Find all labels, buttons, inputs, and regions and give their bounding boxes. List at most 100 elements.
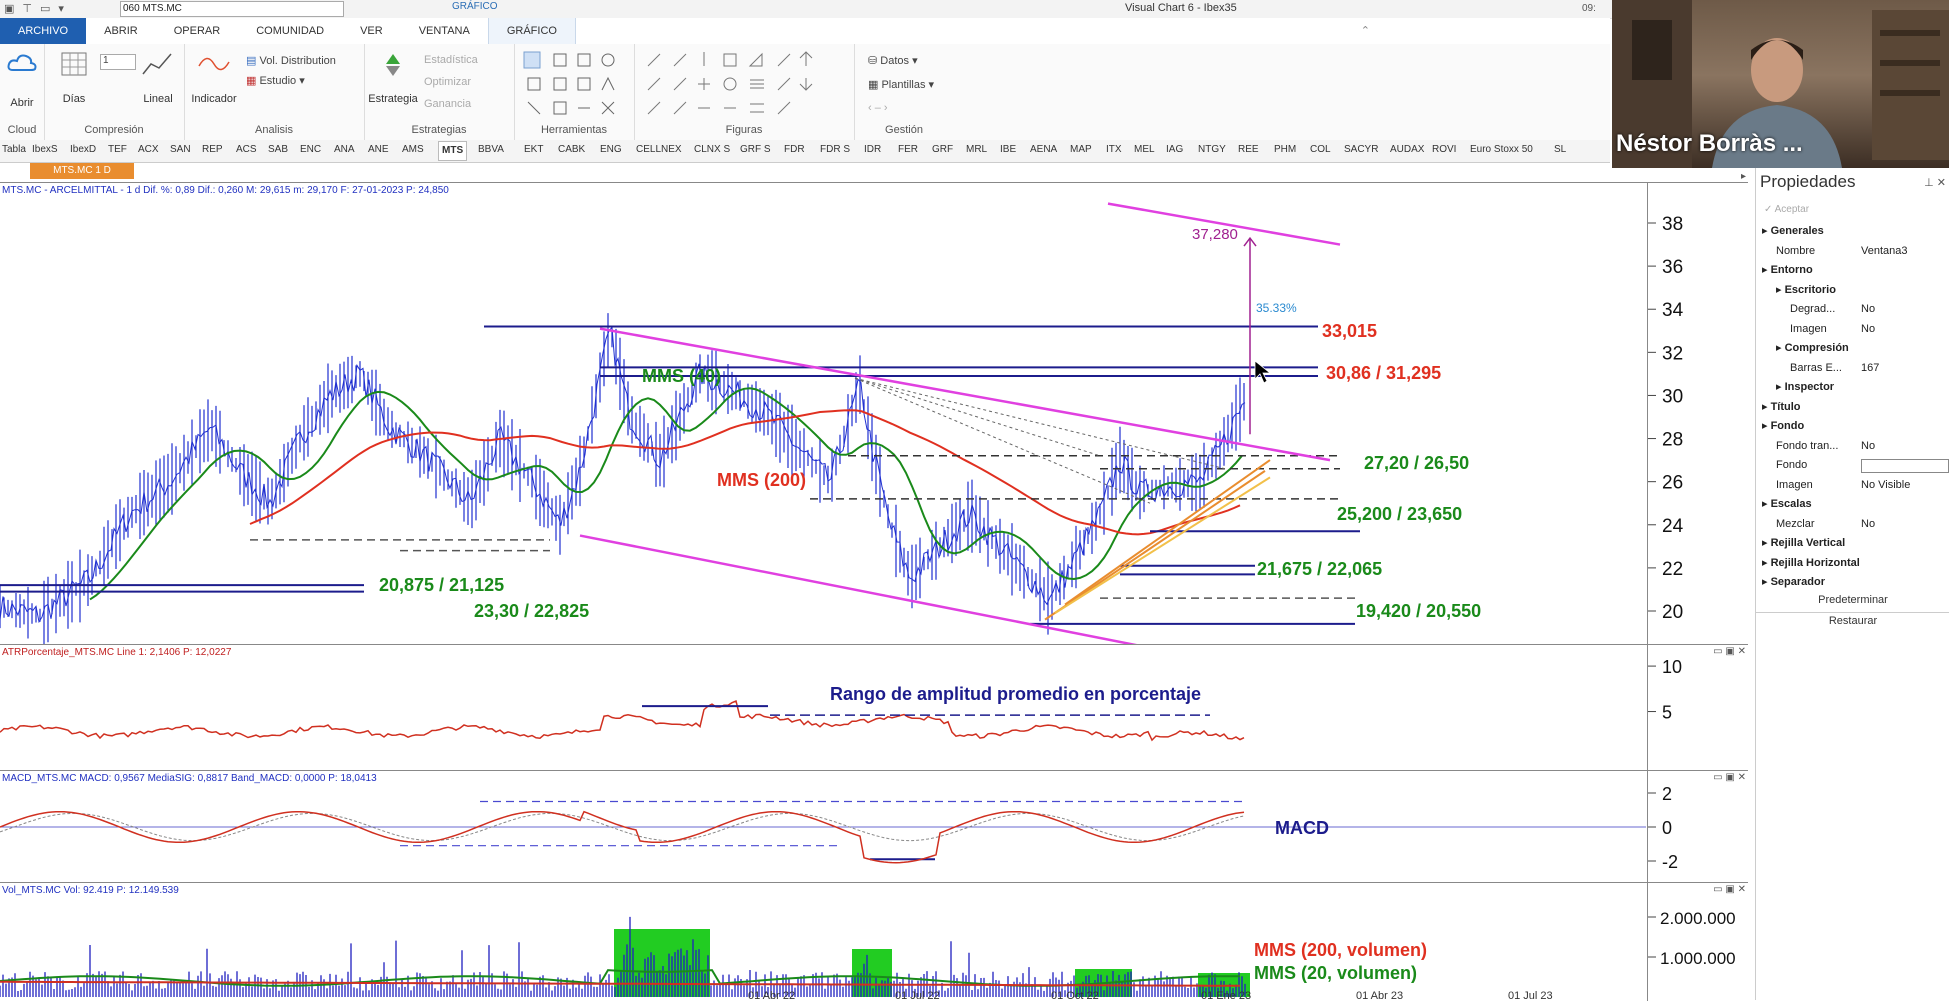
symbol-tab-enc[interactable]: ENC	[300, 144, 321, 155]
folder-icon[interactable]: ▭	[40, 2, 50, 15]
property-row[interactable]: ▸ Generales	[1756, 222, 1949, 240]
symbol-tab-map[interactable]: MAP	[1070, 144, 1092, 155]
symbol-tab-ibexd[interactable]: IbexD	[70, 144, 96, 155]
symbol-tab-rep[interactable]: REP	[202, 144, 223, 155]
panel-pin-close-icons[interactable]: ⊥ ✕	[1924, 176, 1946, 189]
lineal-button[interactable]: Lineal	[136, 50, 180, 105]
property-row[interactable]: ▸ Rejilla Vertical	[1756, 534, 1949, 552]
collapse-ribbon-icon[interactable]: ⌃	[1361, 18, 1610, 44]
symbol-input[interactable]: 060 MTS.MC	[120, 1, 344, 17]
ganancia-button[interactable]: Ganancia	[424, 98, 471, 110]
symbol-tab-ana[interactable]: ANA	[334, 144, 355, 155]
symbol-tab-ibexs[interactable]: IbexS	[32, 144, 58, 155]
symbol-tab-fdr-s[interactable]: FDR S	[820, 144, 850, 155]
symbol-tab-eng[interactable]: ENG	[600, 144, 622, 155]
menu-archivo[interactable]: ARCHIVO	[0, 18, 87, 44]
symbol-tab-sab[interactable]: SAB	[268, 144, 288, 155]
symbol-tab-grf[interactable]: GRF	[932, 144, 953, 155]
dropdown-icon[interactable]: ▾	[58, 2, 64, 15]
menu-comunidad[interactable]: COMUNIDAD	[238, 18, 342, 44]
symbol-tab-fer[interactable]: FER	[898, 144, 918, 155]
menu-ventana[interactable]: VENTANA	[401, 18, 488, 44]
symbol-tab-acs[interactable]: ACS	[236, 144, 257, 155]
menu-ver[interactable]: VER	[342, 18, 401, 44]
background-color-swatch[interactable]	[1861, 459, 1949, 473]
nav-arrows[interactable]: ‹ ‒ ›	[868, 102, 888, 114]
symbol-tab-sl[interactable]: SL	[1554, 144, 1566, 155]
restaurar-button[interactable]: Restaurar	[1756, 612, 1949, 627]
symbol-tab-fdr[interactable]: FDR	[784, 144, 805, 155]
symbol-tab-aena[interactable]: AENA	[1030, 144, 1057, 155]
abrir-cloud-button[interactable]: Abrir	[4, 52, 40, 109]
property-row[interactable]: Imagen No	[1756, 320, 1949, 338]
property-row[interactable]: ▸ Escalas	[1756, 495, 1949, 513]
symbol-tab-col[interactable]: COL	[1310, 144, 1331, 155]
property-row[interactable]: Fondo tran... No	[1756, 437, 1949, 455]
symbol-tab-cabk[interactable]: CABK	[558, 144, 585, 155]
property-row[interactable]: Nombre Ventana3	[1756, 242, 1949, 260]
property-row[interactable]: ▸ Inspector	[1756, 378, 1949, 396]
symbol-tab-cellnex[interactable]: CELLNEX	[636, 144, 682, 155]
property-row[interactable]: Imagen No Visible	[1756, 476, 1949, 494]
save-icon[interactable]: ▣	[4, 2, 14, 15]
symbol-tab-phm[interactable]: PHM	[1274, 144, 1296, 155]
property-row[interactable]: Barras E... 167	[1756, 359, 1949, 377]
optimizar-button[interactable]: Optimizar	[424, 76, 471, 88]
figures-icon-grid[interactable]	[634, 48, 854, 120]
estadistica-button[interactable]: Estadística	[424, 54, 478, 66]
predeterminar-button[interactable]: Predeterminar	[1756, 594, 1949, 606]
vol-distribution-button[interactable]: ▤ Vol. Distribution	[246, 54, 336, 67]
symbol-tab-ams[interactable]: AMS	[402, 144, 424, 155]
symbol-tab-san[interactable]: SAN	[170, 144, 191, 155]
volume-pane[interactable]: Vol_MTS.MC Vol: 92.419 P: 12.149.539 2.0…	[0, 882, 1748, 1001]
symbol-tab-grf-s[interactable]: GRF S	[740, 144, 771, 155]
symbol-tab-bbva[interactable]: BBVA	[478, 144, 504, 155]
symbol-tab-iag[interactable]: IAG	[1166, 144, 1183, 155]
macd-pane[interactable]: MACD_MTS.MC MACD: 0,9567 MediaSIG: 0,881…	[0, 770, 1748, 883]
symbol-tab-ane[interactable]: ANE	[368, 144, 389, 155]
symbol-tab-audax[interactable]: AUDAX	[1390, 144, 1424, 155]
property-row[interactable]: ▸ Escritorio	[1756, 281, 1949, 299]
symbol-tab-ibe[interactable]: IBE	[1000, 144, 1016, 155]
plantillas-button[interactable]: ▦ Plantillas ▾	[868, 78, 934, 91]
symbol-tab-tabla[interactable]: Tabla	[2, 144, 26, 155]
vol-window-controls[interactable]: ▭ ▣ ✕	[1713, 884, 1746, 895]
symbol-tab-mts[interactable]: MTS	[438, 141, 468, 161]
pane-restore-icon[interactable]: ▸	[1741, 171, 1746, 182]
symbol-tab-clnx-s[interactable]: CLNX S	[694, 144, 730, 155]
symbol-tab-mel[interactable]: MEL	[1134, 144, 1155, 155]
menu-operar[interactable]: OPERAR	[156, 18, 238, 44]
property-row[interactable]: Degrad... No	[1756, 300, 1949, 318]
accept-button[interactable]: ✓ Aceptar	[1764, 204, 1809, 215]
property-row[interactable]: ▸ Entorno	[1756, 261, 1949, 279]
property-row[interactable]: Fondo	[1756, 456, 1949, 474]
tools-icon-grid[interactable]	[514, 48, 634, 120]
compression-spin[interactable]: 1	[100, 54, 136, 70]
price-pane[interactable]: MTS.MC - ARCELMITTAL - 1 d Dif. %: 0,89 …	[0, 171, 1748, 645]
symbol-tab-idr[interactable]: IDR	[864, 144, 881, 155]
property-row[interactable]: ▸ Compresión	[1756, 339, 1949, 357]
estudio-button[interactable]: ▦ Estudio ▾	[246, 74, 305, 87]
menu-abrir[interactable]: ABRIR	[86, 18, 156, 44]
pin-icon[interactable]: ⊤	[22, 2, 32, 15]
symbol-tab-tef[interactable]: TEF	[108, 144, 127, 155]
property-row[interactable]: ▸ Fondo	[1756, 417, 1949, 435]
symbol-tab-ree[interactable]: REE	[1238, 144, 1259, 155]
atr-pane[interactable]: ATRPorcentaje_MTS.MC Line 1: 2,1406 P: 1…	[0, 644, 1748, 771]
symbol-tab-ekt[interactable]: EKT	[524, 144, 543, 155]
symbol-tab-rovi[interactable]: ROVI	[1432, 144, 1456, 155]
chart-window-tab[interactable]: MTS.MC 1 D	[30, 163, 134, 179]
symbol-tab-ntgy[interactable]: NTGY	[1198, 144, 1226, 155]
property-row[interactable]: Mezclar No	[1756, 515, 1949, 533]
symbol-tab-mrl[interactable]: MRL	[966, 144, 987, 155]
symbol-tab-acx[interactable]: ACX	[138, 144, 159, 155]
macd-window-controls[interactable]: ▭ ▣ ✕	[1713, 772, 1746, 783]
menu-grafico[interactable]: GRÁFICO	[487, 18, 576, 44]
symbol-tab-sacyr[interactable]: SACYR	[1344, 144, 1378, 155]
estrategia-button[interactable]: Estrategia	[368, 50, 418, 105]
property-row[interactable]: ▸ Rejilla Horizontal	[1756, 554, 1949, 572]
property-row[interactable]: ▸ Título	[1756, 398, 1949, 416]
indicador-button[interactable]: Indicador	[188, 50, 240, 105]
datos-button[interactable]: ⛁ Datos ▾	[868, 54, 918, 67]
atr-window-controls[interactable]: ▭ ▣ ✕	[1713, 646, 1746, 657]
